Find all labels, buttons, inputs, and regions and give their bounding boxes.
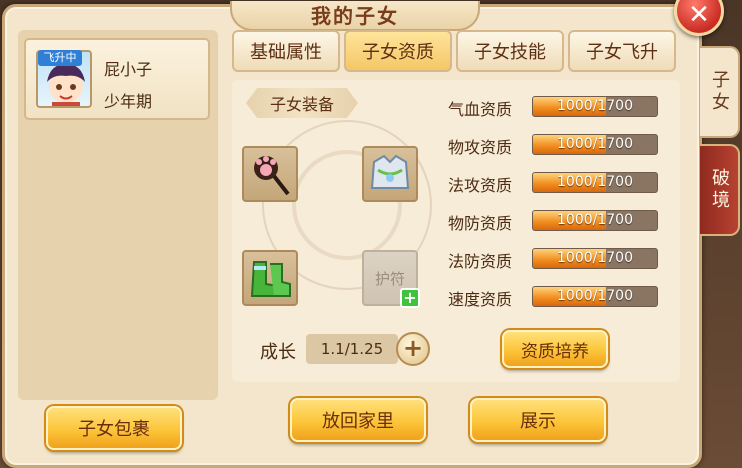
send-home-label: 放回家里	[322, 411, 394, 432]
equip-slot-charm[interactable]: 护符 +	[362, 250, 420, 308]
child-list-panel: 飞升中 屁小子 少年期	[18, 30, 218, 400]
growth-plus-button[interactable]: +	[396, 332, 430, 366]
aptitude-bar: 1000/1700	[532, 210, 658, 231]
window-title: 我的子女	[311, 4, 399, 28]
plus-icon: +	[402, 334, 424, 362]
side-tab-label: 子女	[709, 70, 730, 114]
child-bag-label: 子女包裹	[78, 419, 150, 440]
aptitude-label: 法防资质	[448, 252, 513, 271]
growth-value: 1.1/1.25	[320, 340, 384, 358]
aptitude-bar: 1000/1700	[532, 96, 658, 117]
tab-label: 子女资质	[362, 42, 434, 63]
aptitude-value: 1000/1700	[557, 288, 633, 304]
growth-value-box: 1.1/1.25	[306, 334, 398, 364]
train-aptitude-label: 资质培养	[521, 341, 589, 362]
aptitude-label: 速度资质	[448, 290, 513, 309]
armor-vest-icon	[370, 154, 410, 189]
section-label-text: 子女装备	[269, 95, 334, 114]
aptitude-row: 物攻资质 1000/1700	[448, 132, 664, 158]
aptitude-label: 法攻资质	[448, 176, 513, 195]
close-icon: ✕	[688, 0, 710, 30]
equipment-section-label: 子女装备	[246, 88, 358, 118]
green-boots-icon	[250, 261, 291, 297]
aptitude-value: 1000/1700	[557, 212, 633, 228]
charm-slot-label: 护符	[374, 269, 405, 288]
aptitude-row: 法防资质 1000/1700	[448, 246, 664, 272]
equip-slot-weapon[interactable]	[242, 146, 298, 202]
tab-label: 基础属性	[250, 42, 322, 63]
side-tab-children[interactable]: 子女	[700, 46, 740, 138]
equip-slot-boots[interactable]	[242, 250, 298, 306]
tab-label: 子女技能	[474, 42, 546, 63]
title-plate: 我的子女	[230, 1, 480, 31]
aptitude-label: 物防资质	[448, 214, 513, 233]
show-label: 展示	[520, 411, 556, 432]
aptitude-value: 1000/1700	[557, 174, 633, 190]
tab-ascension[interactable]: 子女飞升	[568, 30, 676, 72]
child-bag-button[interactable]: 子女包裹	[46, 406, 182, 450]
side-tab-breakthrough[interactable]: 破境	[700, 144, 740, 236]
aptitude-value: 1000/1700	[557, 136, 633, 152]
side-tab-label: 破境	[709, 168, 730, 212]
child-name: 屁小子	[104, 60, 153, 79]
aptitude-row: 速度资质 1000/1700	[448, 284, 664, 310]
tab-basic-attributes[interactable]: 基础属性	[232, 30, 340, 72]
child-list-item[interactable]: 飞升中 屁小子 少年期	[24, 38, 210, 120]
aptitude-label: 物攻资质	[448, 138, 513, 157]
aptitude-panel: 子女装备 护符 + 成长 1.1/1.25 + 气血资质 1000/1700 物…	[232, 80, 680, 382]
train-aptitude-button[interactable]: 资质培养	[502, 330, 608, 368]
aptitude-value: 1000/1700	[557, 250, 633, 266]
aptitude-row: 法攻资质 1000/1700	[448, 170, 664, 196]
aptitude-label: 气血资质	[448, 100, 513, 119]
aptitude-row: 气血资质 1000/1700	[448, 94, 664, 120]
status-badge: 飞升中	[38, 50, 82, 66]
child-stage: 少年期	[104, 92, 153, 111]
aptitude-bar: 1000/1700	[532, 248, 658, 269]
tab-aptitude[interactable]: 子女资质	[344, 30, 452, 72]
aptitude-bar: 1000/1700	[532, 286, 658, 307]
aptitude-bar: 1000/1700	[532, 134, 658, 155]
aptitude-row: 物防资质 1000/1700	[448, 208, 664, 234]
growth-label: 成长	[260, 342, 296, 363]
cat-paw-wand-icon	[254, 156, 290, 196]
equip-slot-armor[interactable]	[362, 146, 418, 202]
game-window: 我的子女 ✕ 子女 破境 飞升中 屁小子 少年期 子女包裹 基础属性 子女资质 …	[0, 0, 742, 468]
tab-skills[interactable]: 子女技能	[456, 30, 564, 72]
show-button[interactable]: 展示	[470, 398, 606, 442]
send-home-button[interactable]: 放回家里	[290, 398, 426, 442]
tab-label: 子女飞升	[586, 42, 658, 63]
aptitude-bar: 1000/1700	[532, 172, 658, 193]
plus-icon[interactable]: +	[400, 288, 420, 308]
aptitude-value: 1000/1700	[557, 98, 633, 114]
